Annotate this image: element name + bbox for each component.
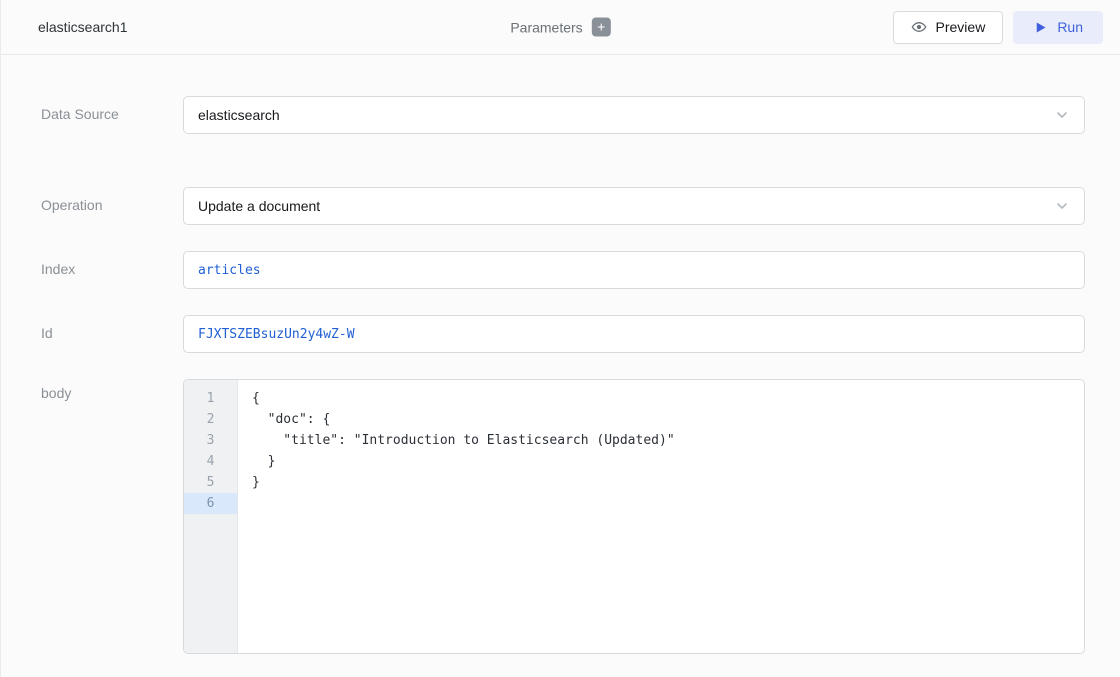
parameters-section: Parameters +	[510, 18, 610, 37]
code-line: }	[252, 451, 1084, 472]
line-number: 4	[184, 451, 237, 472]
run-button[interactable]: Run	[1013, 11, 1103, 44]
editor-code-area[interactable]: { "doc": { "title": "Introduction to Ela…	[238, 380, 1084, 653]
index-label: Index	[41, 251, 183, 277]
id-label: Id	[41, 315, 183, 341]
data-source-row: Data Source elasticsearch	[1, 96, 1120, 134]
operation-row: Operation Update a document	[1, 187, 1120, 225]
index-input[interactable]	[183, 251, 1085, 289]
line-number: 2	[184, 409, 237, 430]
line-number: 5	[184, 472, 237, 493]
data-source-select[interactable]: elasticsearch	[183, 96, 1085, 134]
line-number: 3	[184, 430, 237, 451]
code-line: "title": "Introduction to Elasticsearch …	[252, 430, 1084, 451]
query-title: elasticsearch1	[38, 19, 128, 35]
preview-button-label: Preview	[936, 19, 986, 35]
body-code-editor[interactable]: 1 2 3 4 5 6 { "doc": { "title": "Introdu…	[183, 379, 1085, 654]
operation-label: Operation	[41, 187, 183, 213]
code-line	[252, 493, 1084, 514]
preview-button[interactable]: Preview	[893, 11, 1004, 44]
line-number: 1	[184, 388, 237, 409]
line-number-active: 6	[184, 493, 237, 514]
code-line: {	[252, 388, 1084, 409]
data-source-value: elasticsearch	[198, 107, 280, 123]
eye-icon	[911, 19, 927, 35]
add-parameter-button[interactable]: +	[592, 18, 611, 37]
data-source-label: Data Source	[41, 96, 183, 122]
query-header: elasticsearch1 Parameters + Preview Run	[1, 0, 1120, 55]
body-label: body	[41, 379, 183, 401]
run-button-label: Run	[1057, 19, 1083, 35]
editor-gutter: 1 2 3 4 5 6	[184, 380, 238, 653]
chevron-down-icon	[1054, 107, 1070, 123]
chevron-down-icon	[1054, 198, 1070, 214]
body-row: body 1 2 3 4 5 6 { "doc": { "title": "In…	[1, 379, 1120, 654]
id-input[interactable]	[183, 315, 1085, 353]
plus-icon: +	[597, 18, 605, 35]
header-actions: Preview Run	[893, 11, 1104, 44]
play-icon	[1033, 20, 1048, 35]
parameters-label: Parameters	[510, 19, 582, 35]
index-row: Index	[1, 251, 1120, 289]
id-row: Id	[1, 315, 1120, 353]
code-line: "doc": {	[252, 409, 1084, 430]
operation-select[interactable]: Update a document	[183, 187, 1085, 225]
code-line: }	[252, 472, 1084, 493]
operation-value: Update a document	[198, 198, 320, 214]
query-form: Data Source elasticsearch Operation Upda…	[1, 55, 1120, 654]
